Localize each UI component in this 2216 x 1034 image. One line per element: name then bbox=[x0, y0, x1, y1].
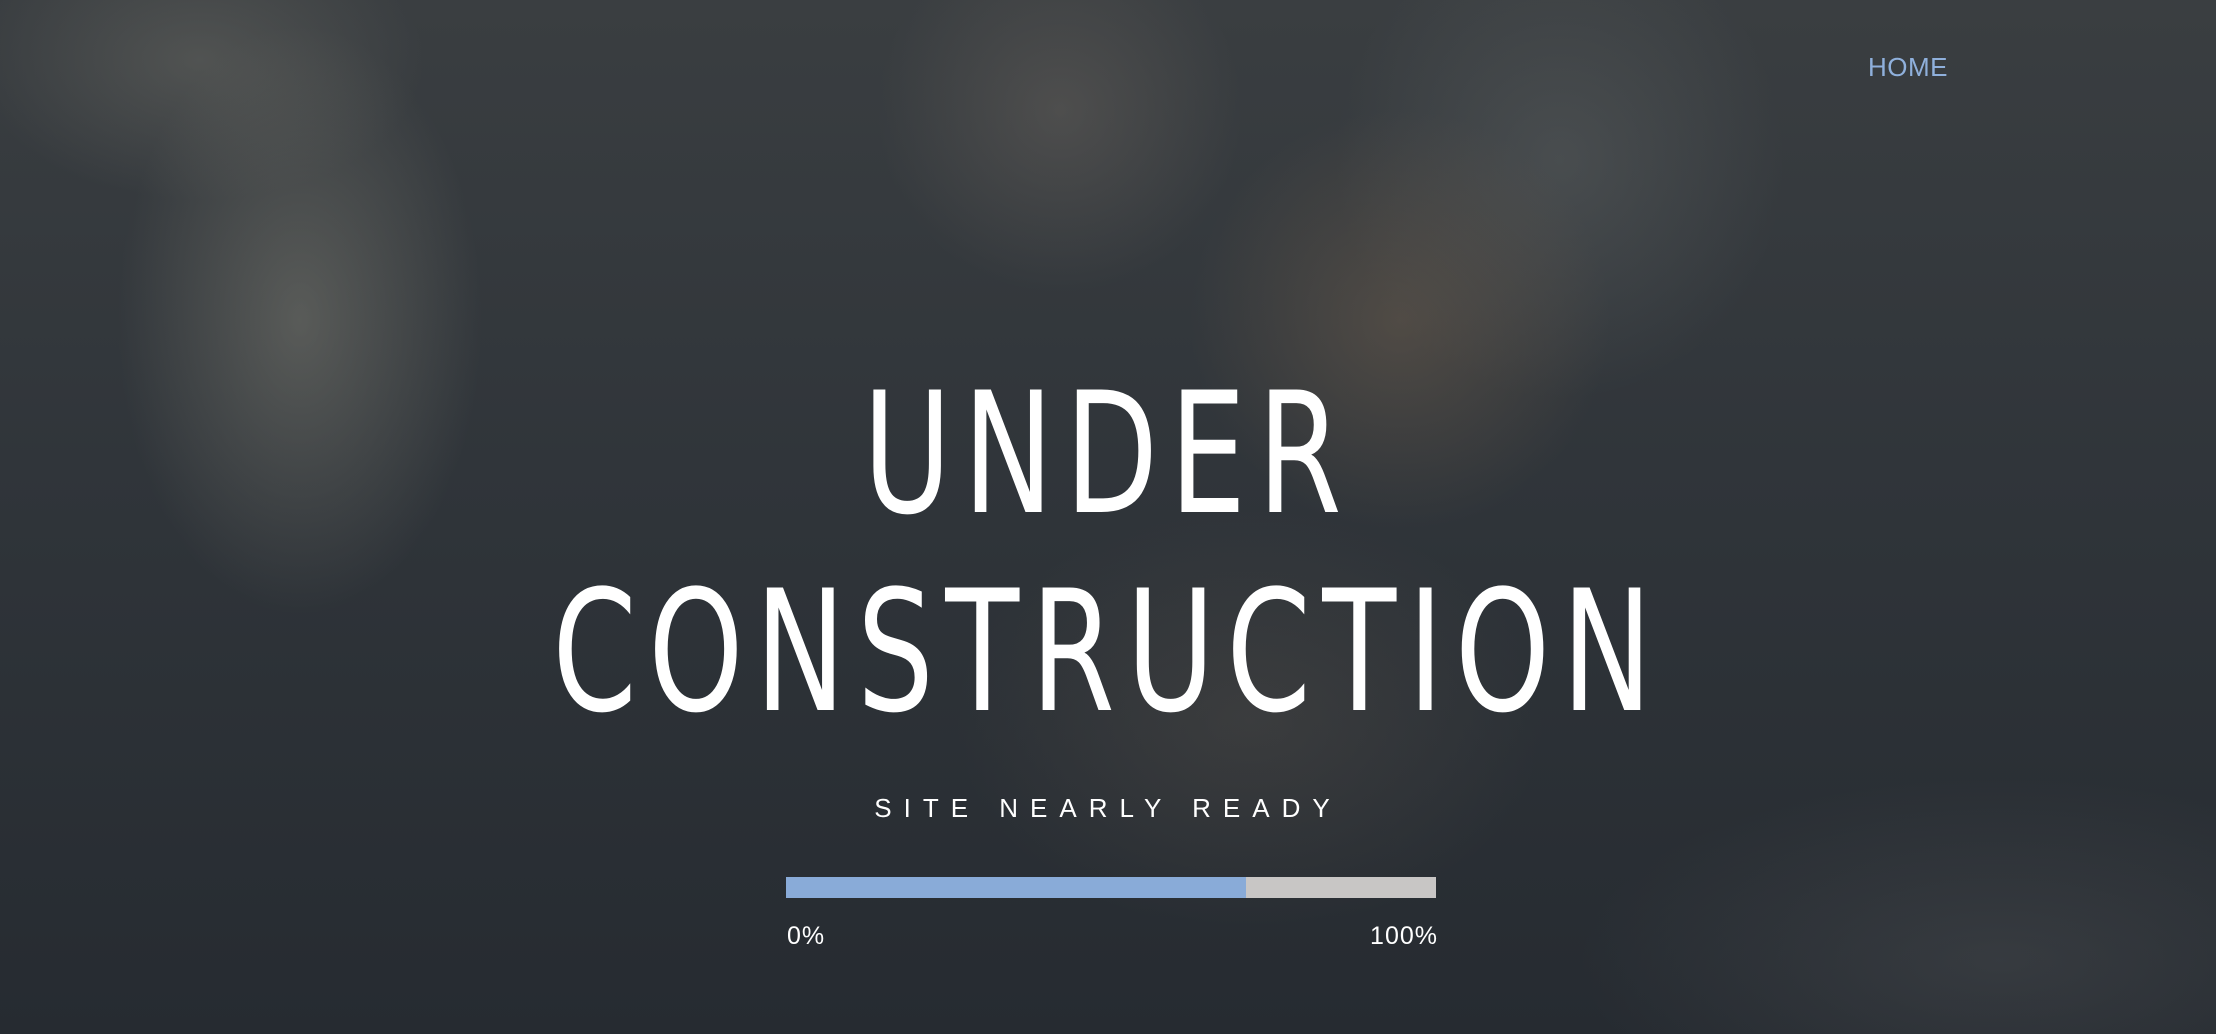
progress-bar bbox=[786, 877, 1436, 898]
progress-max-label: 100% bbox=[1370, 922, 1438, 950]
page-title: UNDER CONSTRUCTION bbox=[310, 355, 1906, 751]
progress-min-label: 0% bbox=[787, 922, 826, 950]
page-title-line-2: CONSTRUCTION bbox=[552, 554, 1664, 750]
progress-bar-fill bbox=[786, 877, 1247, 898]
status-subtitle: SITE NEARLY READY bbox=[874, 793, 1342, 823]
nav-home-link[interactable]: HOME bbox=[1868, 52, 1948, 83]
page-title-line-1: UNDER bbox=[862, 356, 1354, 552]
